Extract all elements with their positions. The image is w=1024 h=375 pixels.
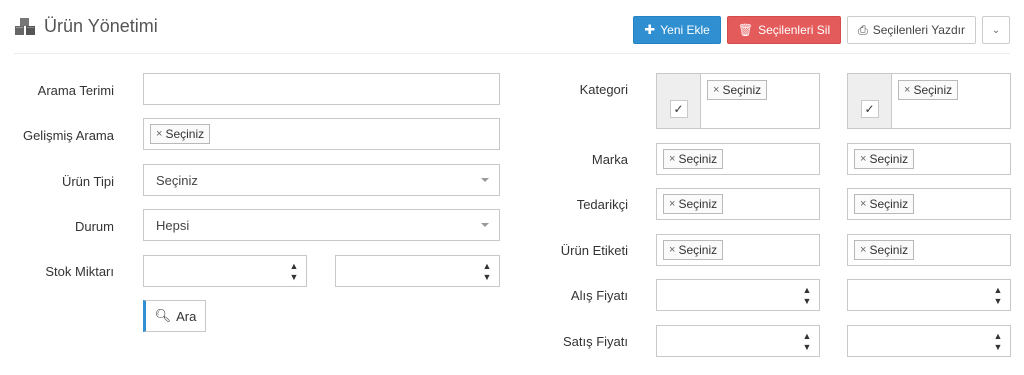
search-term-label: Arama Terimi (37, 83, 114, 98)
stock-max-stepper[interactable]: ▲ ▼ (335, 255, 500, 287)
page-header: Ürün Yönetimi ✚ Yeni Ekle 🗑 Seçilenleri … (14, 10, 1010, 50)
category-select-b[interactable]: ✓ × Seçiniz (847, 73, 1011, 129)
product-tag-label: Ürün Etiketi (560, 243, 628, 258)
remove-tag-icon[interactable]: × (860, 198, 866, 210)
arrow-down-icon[interactable]: ▼ (994, 342, 1003, 351)
sale-price-max-stepper[interactable]: ▲ ▼ (847, 325, 1011, 357)
print-selected-button[interactable]: ⎙ Seçilenleri Yazdır (847, 16, 976, 44)
check-icon: ✓ (673, 102, 684, 116)
product-tag-select-b[interactable]: × Seçiniz (847, 234, 1011, 266)
check-icon: ✓ (864, 102, 875, 116)
category-tag-area[interactable]: × Seçiniz (892, 74, 1010, 128)
toolbar: ✚ Yeni Ekle 🗑 Seçilenleri Sil ⎙ Seçilenl… (633, 16, 1010, 44)
supplier-select-a[interactable]: × Seçiniz (656, 188, 820, 220)
remove-tag-icon[interactable]: × (904, 84, 910, 96)
arrow-up-icon[interactable]: ▲ (803, 331, 812, 340)
add-new-label: Yeni Ekle (660, 23, 710, 37)
checkbox[interactable]: ✓ (860, 100, 879, 118)
arrow-down-icon[interactable]: ▼ (483, 272, 492, 281)
arrow-up-icon[interactable]: ▲ (994, 331, 1003, 340)
remove-tag-icon[interactable]: × (860, 153, 866, 165)
brand-select-b[interactable]: × Seçiniz (847, 143, 1011, 175)
brand-tag[interactable]: × Seçiniz (663, 149, 724, 169)
arrow-up-icon[interactable]: ▲ (994, 285, 1003, 294)
product-type-value: Seçiniz (156, 172, 198, 188)
sale-price-min-stepper[interactable]: ▲ ▼ (656, 325, 820, 357)
stock-min-stepper[interactable]: ▲ ▼ (143, 255, 307, 287)
stepper-arrows[interactable]: ▲ ▼ (475, 256, 499, 286)
advanced-search-multiselect[interactable]: × Seçiniz (143, 118, 500, 150)
category-tag-area[interactable]: × Seçiniz (701, 74, 819, 128)
delete-selected-button[interactable]: 🗑 Seçilenleri Sil (726, 16, 842, 44)
status-value: Hepsi (156, 217, 190, 233)
brand-tag[interactable]: × Seçiniz (854, 149, 915, 169)
remove-tag-icon[interactable]: × (669, 244, 675, 256)
boxes-icon (15, 17, 35, 35)
product-tag-tag[interactable]: × Seçiniz (663, 240, 724, 260)
search-term-input[interactable] (143, 73, 500, 105)
chevron-down-icon: ⌄ (991, 24, 1001, 36)
purchase-price-max-stepper[interactable]: ▲ ▼ (847, 279, 1011, 311)
supplier-label: Tedarikçi (576, 197, 628, 212)
arrow-up-icon[interactable]: ▲ (290, 261, 299, 270)
arrow-down-icon[interactable]: ▼ (803, 296, 812, 305)
print-options-dropdown[interactable]: ⌄ (982, 16, 1010, 44)
remove-tag-icon[interactable]: × (669, 153, 675, 165)
advanced-search-label: Gelişmiş Arama (22, 128, 114, 143)
stepper-arrows[interactable]: ▲ ▼ (986, 280, 1010, 310)
stepper-arrows[interactable]: ▲ ▼ (795, 280, 819, 310)
print-icon: ⎙ (858, 22, 868, 37)
sale-price-label: Satış Fiyatı (562, 334, 628, 349)
stock-label: Stok Miktarı (45, 264, 114, 279)
stepper-arrows[interactable]: ▲ ▼ (986, 326, 1010, 356)
delete-selected-label: Seçilenleri Sil (758, 23, 831, 37)
status-label: Durum (74, 219, 114, 234)
search-button[interactable]: 🔍︎ Ara (143, 300, 206, 332)
brand-select-a[interactable]: × Seçiniz (656, 143, 820, 175)
arrow-down-icon[interactable]: ▼ (290, 272, 299, 281)
checkbox[interactable]: ✓ (669, 100, 688, 118)
product-type-select[interactable]: Seçiniz (143, 164, 500, 196)
search-icon: 🔍︎ (154, 308, 172, 323)
brand-label: Marka (591, 152, 628, 167)
supplier-tag[interactable]: × Seçiniz (854, 194, 915, 214)
arrow-up-icon[interactable]: ▲ (483, 261, 492, 270)
add-new-button[interactable]: ✚ Yeni Ekle (633, 16, 721, 44)
arrow-down-icon[interactable]: ▼ (994, 296, 1003, 305)
category-tag[interactable]: × Seçiniz (898, 80, 959, 100)
caret-down-icon (481, 178, 489, 182)
stepper-arrows[interactable]: ▲ ▼ (282, 256, 306, 286)
remove-tag-icon[interactable]: × (713, 84, 719, 96)
supplier-select-b[interactable]: × Seçiniz (847, 188, 1011, 220)
arrow-up-icon[interactable]: ▲ (803, 285, 812, 294)
purchase-price-label: Alış Fiyatı (570, 288, 628, 303)
purchase-price-min-stepper[interactable]: ▲ ▼ (656, 279, 820, 311)
product-tag-select-a[interactable]: × Seçiniz (656, 234, 820, 266)
print-selected-label: Seçilenleri Yazdır (872, 23, 965, 37)
stepper-arrows[interactable]: ▲ ▼ (795, 326, 819, 356)
category-check-cell[interactable]: ✓ (848, 74, 892, 128)
page-title-text: Ürün Yönetimi (44, 16, 158, 36)
category-tag[interactable]: × Seçiniz (707, 80, 768, 100)
remove-tag-icon[interactable]: × (156, 128, 162, 140)
header-divider (14, 53, 1010, 54)
status-select[interactable]: Hepsi (143, 209, 500, 241)
caret-down-icon (481, 223, 489, 227)
remove-tag-icon[interactable]: × (860, 244, 866, 256)
plus-icon: ✚ (644, 22, 656, 37)
trash-icon: 🗑 (737, 23, 754, 37)
remove-tag-icon[interactable]: × (669, 198, 675, 210)
category-check-cell[interactable]: ✓ (657, 74, 701, 128)
product-tag-tag[interactable]: × Seçiniz (854, 240, 915, 260)
advanced-search-tag[interactable]: × Seçiniz (150, 124, 211, 144)
category-select-a[interactable]: ✓ × Seçiniz (656, 73, 820, 129)
search-button-label: Ara (176, 308, 197, 324)
product-type-label: Ürün Tipi (61, 174, 114, 189)
supplier-tag[interactable]: × Seçiniz (663, 194, 724, 214)
category-label: Kategori (579, 82, 628, 97)
arrow-down-icon[interactable]: ▼ (803, 342, 812, 351)
page-title: Ürün Yönetimi (14, 16, 158, 37)
